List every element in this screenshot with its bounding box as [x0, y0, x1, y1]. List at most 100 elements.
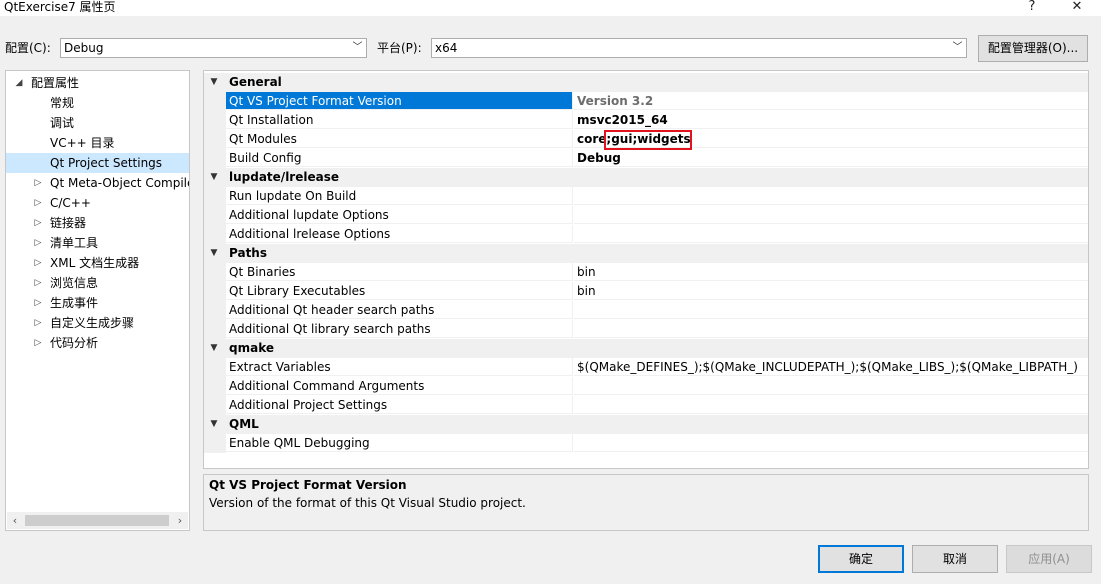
ok-button[interactable]: 确定 [818, 545, 904, 573]
property-row[interactable]: Qt Installation msvc2015_64 [204, 111, 1088, 130]
property-name[interactable]: Qt VS Project Format Version [226, 92, 573, 110]
property-row[interactable]: Additional Qt library search paths [204, 320, 1088, 339]
highlight-annotation-box [604, 130, 692, 150]
expanded-triangle-icon[interactable]: ◢ [13, 73, 25, 93]
property-row[interactable]: Additional Command Arguments [204, 377, 1088, 396]
property-row[interactable]: Additional Qt header search paths [204, 301, 1088, 320]
tree-item-label: 代码分析 [50, 336, 99, 350]
tree-item-qt-meta-object-compiler[interactable]: ▷ Qt Meta-Object Compile [6, 173, 189, 193]
cancel-button[interactable]: 取消 [912, 545, 998, 573]
property-value[interactable]: bin [574, 263, 1088, 281]
property-name[interactable]: Additional Qt header search paths [226, 301, 573, 319]
property-value[interactable]: Version 3.2 [574, 92, 1088, 110]
category-qml[interactable]: ▼ QML [204, 415, 1088, 434]
tree-item-root[interactable]: ◢ 配置属性 [6, 73, 189, 93]
property-name[interactable]: Run lupdate On Build [226, 187, 573, 205]
property-value[interactable]: $(QMake_DEFINES_);$(QMake_INCLUDEPATH_);… [574, 358, 1088, 376]
tree-item-c-cpp[interactable]: ▷ C/C++ [6, 193, 189, 213]
description-panel: Qt VS Project Format Version Version of … [203, 474, 1089, 531]
chevron-down-icon[interactable]: ▼ [207, 415, 221, 434]
property-value[interactable] [574, 301, 1088, 319]
property-value[interactable]: Debug [574, 149, 1088, 167]
property-value[interactable] [574, 377, 1088, 395]
collapsed-triangle-icon[interactable]: ▷ [32, 253, 44, 273]
tree-item-code-analysis[interactable]: ▷ 代码分析 [6, 333, 189, 353]
tree-item-vc-directories[interactable]: VC++ 目录 [6, 133, 189, 153]
property-value[interactable] [574, 434, 1088, 452]
tree-item-debugging[interactable]: 调试 [6, 113, 189, 133]
chevron-down-icon[interactable]: ▼ [207, 73, 221, 92]
property-row[interactable]: Qt Binaries bin [204, 263, 1088, 282]
collapsed-triangle-icon[interactable]: ▷ [32, 293, 44, 313]
property-row[interactable]: Qt Library Executables bin [204, 282, 1088, 301]
chevron-down-icon[interactable]: ▼ [207, 339, 221, 358]
description-text: Version of the format of this Qt Visual … [209, 496, 526, 510]
property-name[interactable]: Additional lrelease Options [226, 225, 573, 243]
property-tree[interactable]: ◢ 配置属性 常规 调试 VC++ 目录 Qt Project Settings… [5, 70, 190, 531]
category-general[interactable]: ▼ General [204, 73, 1088, 92]
property-name[interactable]: Qt Binaries [226, 263, 573, 281]
property-value[interactable]: bin [574, 282, 1088, 300]
property-name[interactable]: Qt Installation [226, 111, 573, 129]
tree-item-qt-project-settings[interactable]: Qt Project Settings [6, 153, 189, 173]
tree-item-linker[interactable]: ▷ 链接器 [6, 213, 189, 233]
collapsed-triangle-icon[interactable]: ▷ [32, 193, 44, 213]
category-paths[interactable]: ▼ Paths [204, 244, 1088, 263]
tree-item-label: Qt Meta-Object Compile [50, 176, 190, 190]
help-button[interactable]: ? [1017, 0, 1047, 16]
property-value[interactable] [574, 187, 1088, 205]
collapsed-triangle-icon[interactable]: ▷ [32, 313, 44, 333]
tree-item-custom-build-step[interactable]: ▷ 自定义生成步骤 [6, 313, 189, 333]
collapsed-triangle-icon[interactable]: ▷ [32, 173, 44, 193]
chevron-down-icon[interactable]: ▼ [207, 168, 221, 187]
horizontal-scrollbar[interactable]: ‹ › [7, 512, 188, 529]
property-name[interactable]: Qt Library Executables [226, 282, 573, 300]
property-name[interactable]: Additional Project Settings [226, 396, 573, 414]
collapsed-triangle-icon[interactable]: ▷ [32, 233, 44, 253]
chevron-down-icon[interactable]: ▼ [207, 244, 221, 263]
config-manager-button[interactable]: 配置管理器(O)... [978, 35, 1088, 62]
property-row[interactable]: Additional Project Settings [204, 396, 1088, 415]
tree-item-label: VC++ 目录 [50, 136, 115, 150]
property-row[interactable]: Qt VS Project Format Version Version 3.2 [204, 92, 1088, 111]
tree-item-build-events[interactable]: ▷ 生成事件 [6, 293, 189, 313]
property-name[interactable]: Additional Command Arguments [226, 377, 573, 395]
tree-item-browse-information[interactable]: ▷ 浏览信息 [6, 273, 189, 293]
platform-combobox[interactable]: x64 ﹀ [431, 38, 967, 58]
collapsed-triangle-icon[interactable]: ▷ [32, 213, 44, 233]
property-value[interactable] [574, 225, 1088, 243]
scroll-right-icon[interactable]: › [172, 512, 188, 529]
property-row[interactable]: Qt Modules core;gui;widgets [204, 130, 1088, 150]
property-value[interactable]: msvc2015_64 [574, 111, 1088, 129]
tree-item-xml-doc-generator[interactable]: ▷ XML 文档生成器 [6, 253, 189, 273]
property-name[interactable]: Qt Modules [226, 130, 573, 148]
scrollbar-thumb[interactable] [25, 515, 169, 526]
property-grid[interactable]: ▼ General Qt VS Project Format Version V… [203, 70, 1089, 469]
collapsed-triangle-icon[interactable]: ▷ [32, 273, 44, 293]
property-name[interactable]: Additional Qt library search paths [226, 320, 573, 338]
property-value[interactable] [574, 320, 1088, 338]
property-row[interactable]: Build Config Debug [204, 149, 1088, 168]
property-name[interactable]: Enable QML Debugging [226, 434, 573, 452]
property-row[interactable]: Additional lrelease Options [204, 225, 1088, 244]
property-row[interactable]: Additional lupdate Options [204, 206, 1088, 225]
property-row[interactable]: Enable QML Debugging [204, 434, 1088, 453]
tree-item-manifest-tool[interactable]: ▷ 清单工具 [6, 233, 189, 253]
config-combobox[interactable]: Debug ﹀ [60, 38, 367, 58]
property-row[interactable]: Extract Variables $(QMake_DEFINES_);$(QM… [204, 358, 1088, 377]
tree-item-general[interactable]: 常规 [6, 93, 189, 113]
property-name[interactable]: Build Config [226, 149, 573, 167]
property-name[interactable]: Extract Variables [226, 358, 573, 376]
property-row[interactable]: Run lupdate On Build [204, 187, 1088, 206]
category-lupdate-lrelease[interactable]: ▼ lupdate/lrelease [204, 168, 1088, 187]
close-button[interactable]: ✕ [1062, 0, 1092, 16]
apply-button[interactable]: 应用(A) [1006, 545, 1092, 573]
property-value[interactable] [574, 206, 1088, 224]
property-name[interactable]: Additional lupdate Options [226, 206, 573, 224]
tree-item-label: 浏览信息 [50, 276, 99, 290]
property-value[interactable] [574, 396, 1088, 414]
collapsed-triangle-icon[interactable]: ▷ [32, 333, 44, 353]
scroll-left-icon[interactable]: ‹ [7, 512, 23, 529]
category-qmake[interactable]: ▼ qmake [204, 339, 1088, 358]
tree-item-label: Qt Project Settings [50, 156, 163, 170]
